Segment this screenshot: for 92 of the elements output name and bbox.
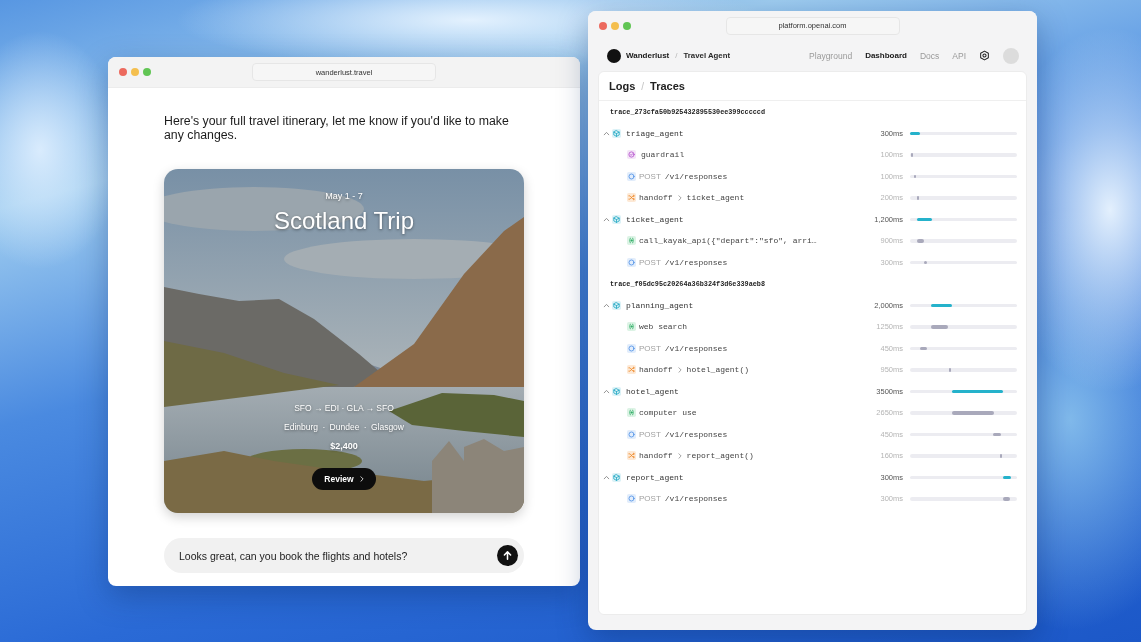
review-button[interactable]: Review — [312, 468, 376, 490]
handoff-label: handoff — [639, 365, 673, 375]
shuffle-icon — [627, 451, 636, 461]
handoff-label: handoff — [639, 451, 673, 461]
timeline-bar — [917, 239, 925, 243]
chevron-up-icon[interactable] — [603, 130, 610, 136]
endpoint-path: /v1/responses — [664, 494, 728, 504]
message-field[interactable]: Looks great, can you book the flights and hotels? — [164, 538, 524, 573]
brackets-icon — [627, 322, 636, 332]
timeline-bar — [1002, 475, 1011, 479]
minimize-icon[interactable] — [131, 68, 139, 76]
timeline-bar — [931, 325, 949, 329]
maximize-icon[interactable] — [623, 21, 631, 30]
timeline-bar — [916, 217, 932, 221]
timeline-bar — [914, 174, 917, 178]
cube-icon — [612, 128, 621, 138]
close-icon[interactable] — [599, 21, 607, 30]
ring-icon — [627, 343, 636, 353]
shuffle-icon — [627, 365, 636, 375]
http-method: POST — [639, 429, 661, 439]
http-method: POST — [639, 171, 661, 181]
cube-icon — [612, 472, 621, 482]
ring-icon — [627, 171, 636, 181]
send-button[interactable] — [497, 545, 518, 566]
shuffle-icon — [627, 193, 636, 203]
tool-call: computer use — [639, 408, 697, 418]
ring-icon — [627, 494, 636, 504]
assistant-message: Here's your full travel itinerary, let me know if you'd like to make any changes. — [164, 114, 510, 142]
minimize-icon[interactable] — [611, 21, 619, 30]
timeline-bar — [1000, 454, 1003, 458]
endpoint-path: /v1/responses — [664, 429, 728, 439]
http-method: POST — [639, 257, 661, 267]
agent-name: hotel_agent — [626, 386, 679, 396]
handoff-target: hotel_agent() — [686, 365, 750, 375]
org-name[interactable]: Wanderlust — [626, 51, 670, 60]
agent-name: report_agent — [626, 472, 684, 482]
breadcrumb-link[interactable]: Logs — [609, 80, 636, 92]
cube-icon — [612, 214, 621, 224]
trip-price: $2,400 — [330, 440, 358, 452]
breadcrumb-separator: / — [641, 80, 645, 92]
timeline-bar — [924, 260, 927, 264]
timeline-bar — [910, 153, 914, 157]
chevron-up-icon[interactable] — [603, 474, 610, 480]
timeline-bar — [952, 389, 1004, 393]
http-method: POST — [639, 494, 661, 504]
check-circle-icon — [627, 150, 636, 160]
trip-title: Scotland Trip — [273, 207, 415, 235]
logo-icon — [607, 48, 621, 63]
timeline-bar — [910, 131, 921, 135]
chevron-right-icon — [677, 194, 682, 201]
handoff-target: ticket_agent — [686, 193, 745, 203]
flight-route: SFO → EDI · GLA → SFO — [294, 402, 394, 414]
ring-icon — [627, 257, 636, 267]
timeline-bar — [919, 346, 928, 350]
endpoint-path: /v1/responses — [664, 343, 728, 353]
trip-cities: Edinburg · Dundee · Glasgow — [284, 421, 404, 433]
tool-call: web search — [639, 322, 687, 332]
timeline-bar — [931, 303, 953, 307]
agent-name: ticket_agent — [626, 214, 684, 224]
nav-link[interactable]: Dashboard — [865, 51, 907, 60]
settings-icon[interactable] — [979, 50, 990, 61]
chevron-right-icon — [677, 452, 682, 459]
endpoint-path: /v1/responses — [664, 171, 728, 181]
chevron-up-icon[interactable] — [603, 302, 610, 308]
chevron-right-icon — [677, 366, 682, 373]
breadcrumb-separator: / — [675, 51, 678, 60]
ring-icon — [627, 429, 636, 439]
maximize-icon[interactable] — [143, 68, 151, 76]
http-method: POST — [639, 343, 661, 353]
handoff-target: report_agent() — [686, 451, 754, 461]
trip-dates: May 1 - 7 — [325, 191, 363, 202]
cube-icon — [612, 300, 621, 310]
timeline-bar — [949, 368, 952, 372]
guardrail-label: guardrail — [641, 150, 685, 160]
handoff-label: handoff — [639, 193, 673, 203]
brackets-icon — [627, 236, 636, 246]
tool-call: call_kayak_api({"depart":"sfo", arri… — [639, 236, 817, 246]
cube-icon — [612, 386, 621, 396]
agent-name: triage_agent — [626, 128, 684, 138]
timeline-bar — [916, 196, 920, 200]
chevron-right-icon — [359, 476, 364, 482]
endpoint-path: /v1/responses — [664, 257, 728, 267]
page-title: Traces — [650, 80, 685, 92]
brackets-icon — [627, 408, 636, 418]
timeline-bar — [992, 432, 1001, 436]
agent-name: planning_agent — [626, 300, 694, 310]
chevron-up-icon[interactable] — [603, 388, 610, 394]
timeline-bar — [1003, 497, 1010, 501]
arrow-up-icon — [502, 550, 513, 561]
close-icon[interactable] — [119, 68, 127, 76]
timeline-bar — [952, 411, 994, 415]
chevron-up-icon[interactable] — [603, 216, 610, 222]
